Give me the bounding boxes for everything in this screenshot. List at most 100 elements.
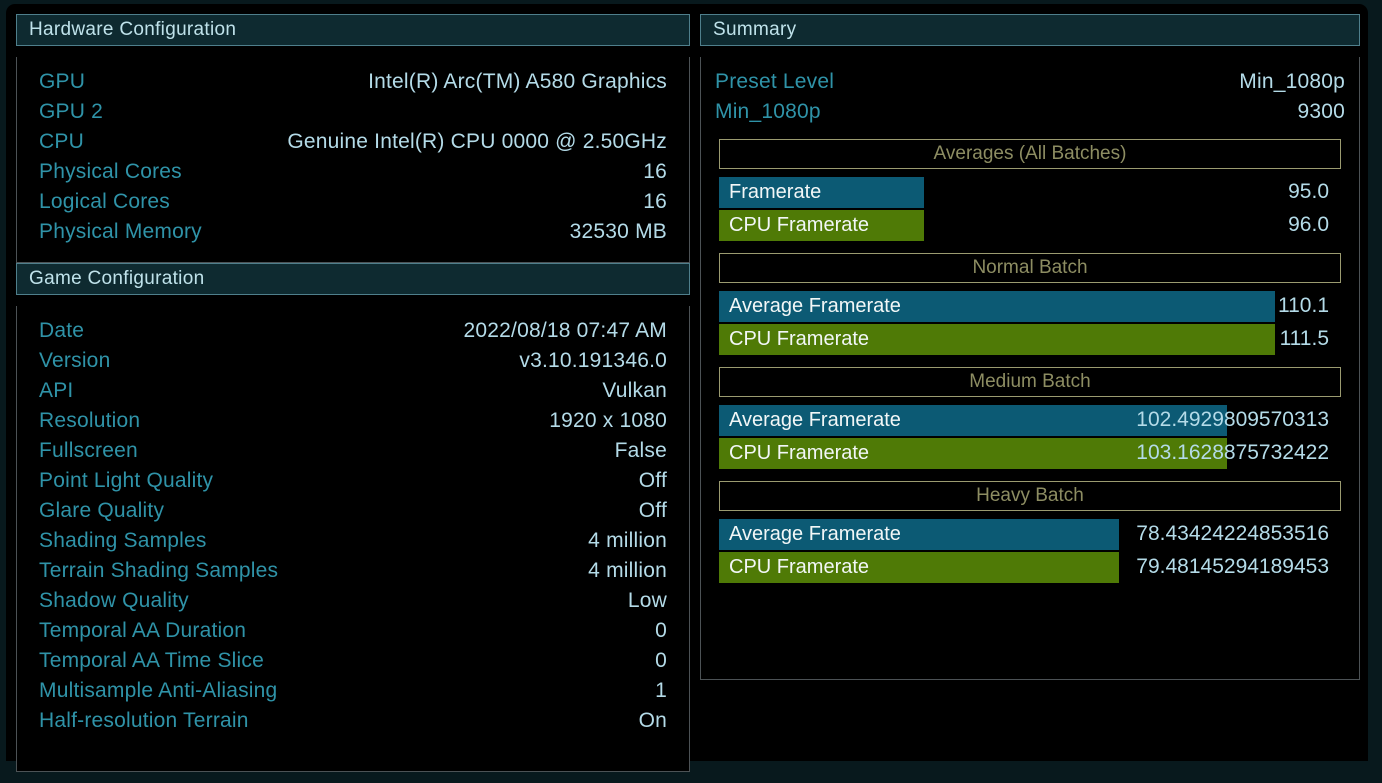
bar-label: Average Framerate (729, 295, 901, 317)
hardware-value: Genuine Intel(R) CPU 0000 @ 2.50GHz (287, 130, 667, 153)
game-label: Version (39, 349, 111, 372)
bar-label: CPU Framerate (729, 328, 870, 350)
game-row: Glare Quality Off (39, 496, 667, 526)
game-value: 1 (655, 679, 667, 702)
bar-label: CPU Framerate (729, 214, 870, 236)
framerate-bar-row: CPU Framerate 79.48145294189453 (719, 552, 1341, 583)
game-value: Low (627, 589, 667, 612)
game-row: Temporal AA Time Slice 0 (39, 646, 667, 676)
right-column: Summary Preset Level Min_1080p Min_1080p 93… (698, 4, 1368, 761)
summary-value: 9300 (1297, 100, 1345, 123)
game-value: Vulkan (602, 379, 667, 402)
batch-header: Normal Batch (719, 253, 1341, 283)
game-value: v3.10.191346.0 (519, 349, 667, 372)
game-row: Fullscreen False (39, 436, 667, 466)
game-row: API Vulkan (39, 376, 667, 406)
game-value: 4 million (588, 559, 667, 582)
batch-header: Averages (All Batches) (719, 139, 1341, 169)
game-value: 0 (655, 649, 667, 672)
hardware-value: 16 (643, 160, 667, 183)
summary-label: Preset Level (715, 70, 835, 93)
game-label: Fullscreen (39, 439, 138, 462)
summary-header: Summary (700, 14, 1360, 46)
hardware-row: Logical Cores 16 (39, 187, 667, 217)
hardware-row: GPU 2 (39, 97, 667, 127)
game-value: 1920 x 1080 (549, 409, 667, 432)
game-row: Multisample Anti-Aliasing 1 (39, 676, 667, 706)
summary-value: Min_1080p (1239, 70, 1345, 93)
bar-value: 96.0 (1288, 213, 1329, 236)
bar-value: 78.43424224853516 (1136, 522, 1329, 545)
framerate-bar-row: Average Framerate 110.1 (719, 291, 1341, 322)
bar-label: CPU Framerate (729, 556, 870, 578)
game-value: Off (638, 499, 667, 522)
framerate-bar-row: Average Framerate 102.4929809570313 (719, 405, 1341, 436)
hardware-value: Intel(R) Arc(TM) A580 Graphics (368, 70, 667, 93)
framerate-bar-row: Average Framerate 78.43424224853516 (719, 519, 1341, 550)
bar-group: Average Framerate 110.1 CPU Framerate 111.5 (719, 291, 1341, 355)
hardware-row: Physical Memory 32530 MB (39, 217, 667, 247)
game-label: Temporal AA Duration (39, 619, 247, 642)
bar-group: Average Framerate 78.43424224853516 CPU Fr… (719, 519, 1341, 583)
game-value: On (638, 709, 667, 732)
game-value: 4 million (588, 529, 667, 552)
summary-row: Preset Level Min_1080p (715, 67, 1345, 97)
game-label: API (39, 379, 74, 402)
game-configuration-panel: Date 2022/08/18 07:47 AM Version v3.10.1913… (16, 306, 690, 772)
framerate-bar-row: Framerate 95.0 (719, 177, 1341, 208)
hardware-row: GPU Intel(R) Arc(TM) A580 Graphics (39, 67, 667, 97)
game-row: Resolution 1920 x 1080 (39, 406, 667, 436)
batch-header: Medium Batch (719, 367, 1341, 397)
game-row: Terrain Shading Samples 4 million (39, 556, 667, 586)
hardware-configuration-header: Hardware Configuration (16, 14, 690, 46)
bar-value: 95.0 (1288, 180, 1329, 203)
bar-label: Framerate (729, 181, 822, 203)
game-configuration-header: Game Configuration (16, 263, 690, 295)
game-label: Multisample Anti-Aliasing (39, 679, 278, 702)
benchmark-results-window: Hardware Configuration GPU Intel(R) Arc(T… (0, 0, 1382, 783)
bar-value: 102.4929809570313 (1136, 408, 1329, 431)
hardware-label: GPU 2 (39, 100, 104, 123)
game-label: Date (39, 319, 85, 342)
game-value: Off (638, 469, 667, 492)
game-row: Shadow Quality Low (39, 586, 667, 616)
bar-value: 103.1628875732422 (1136, 441, 1329, 464)
game-row: Shading Samples 4 million (39, 526, 667, 556)
game-label: Shading Samples (39, 529, 207, 552)
left-column: Hardware Configuration GPU Intel(R) Arc(T… (6, 4, 698, 772)
framerate-bar-row: CPU Framerate 96.0 (719, 210, 1341, 241)
hardware-value: 16 (643, 190, 667, 213)
bar-value: 79.48145294189453 (1136, 555, 1329, 578)
summary-label: Min_1080p (715, 100, 821, 123)
results-content-area: Hardware Configuration GPU Intel(R) Arc(T… (6, 4, 1368, 772)
hardware-label: Logical Cores (39, 190, 170, 213)
batch-header: Heavy Batch (719, 481, 1341, 511)
game-label: Half-resolution Terrain (39, 709, 249, 732)
game-row: Date 2022/08/18 07:47 AM (39, 316, 667, 346)
game-value: 2022/08/18 07:47 AM (463, 319, 667, 342)
game-row: Half-resolution Terrain On (39, 706, 667, 736)
game-row: Point Light Quality Off (39, 466, 667, 496)
game-label: Glare Quality (39, 499, 165, 522)
bar-value: 110.1 (1278, 294, 1329, 317)
hardware-value: 32530 MB (569, 220, 667, 243)
hardware-label: Physical Cores (39, 160, 182, 183)
game-label: Temporal AA Time Slice (39, 649, 264, 672)
bar-label: Average Framerate (729, 523, 901, 545)
game-row: Version v3.10.191346.0 (39, 346, 667, 376)
game-label: Resolution (39, 409, 141, 432)
bar-label: CPU Framerate (729, 442, 870, 464)
bar-value: 111.5 (1279, 327, 1329, 350)
game-label: Point Light Quality (39, 469, 214, 492)
summary-panel: Preset Level Min_1080p Min_1080p 9300 Averag… (700, 57, 1360, 680)
framerate-bar-row: CPU Framerate 111.5 (719, 324, 1341, 355)
hardware-label: CPU (39, 130, 84, 153)
hardware-label: GPU (39, 70, 86, 93)
hardware-label: Physical Memory (39, 220, 202, 243)
game-label: Terrain Shading Samples (39, 559, 279, 582)
bar-group: Framerate 95.0 CPU Framerate 96.0 (719, 177, 1341, 241)
game-row: Temporal AA Duration 0 (39, 616, 667, 646)
framerate-bar-row: CPU Framerate 103.1628875732422 (719, 438, 1341, 469)
game-value: False (614, 439, 667, 462)
bar-label: Average Framerate (729, 409, 901, 431)
